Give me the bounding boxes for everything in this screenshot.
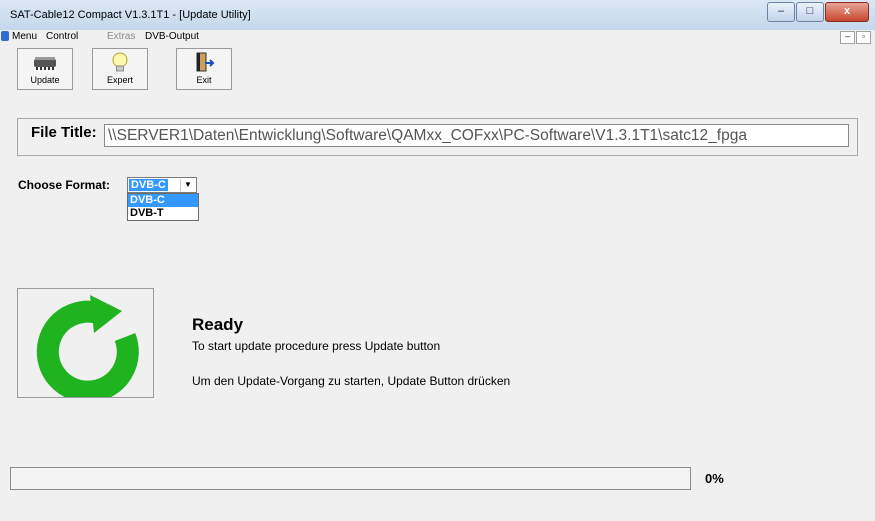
update-button-label: Update bbox=[30, 75, 60, 85]
menu-item-control[interactable]: Control bbox=[46, 31, 78, 42]
progress-percent: 0% bbox=[705, 471, 724, 486]
mdi-restore-button[interactable]: ▫ bbox=[856, 31, 871, 44]
file-title-field[interactable]: \\SERVER1\Daten\Entwicklung\Software\QAM… bbox=[104, 124, 849, 147]
format-option-dvb-c[interactable]: DVB-C bbox=[128, 194, 198, 207]
exit-button-label: Exit bbox=[196, 75, 212, 85]
window-controls: – □ x bbox=[766, 2, 869, 22]
format-dropdown-list: DVB-C DVB-T bbox=[127, 193, 199, 221]
status-title: Ready bbox=[192, 315, 244, 334]
window-title: SAT-Cable12 Compact V1.3.1T1 - [Update U… bbox=[10, 9, 251, 21]
title-bar: SAT-Cable12 Compact V1.3.1T1 - [Update U… bbox=[0, 0, 875, 31]
refresh-arrow-icon bbox=[36, 295, 139, 403]
update-button[interactable]: Update bbox=[17, 48, 73, 90]
toolbar: Update Expert Exit bbox=[0, 44, 875, 90]
exit-button[interactable]: Exit bbox=[176, 48, 232, 90]
mdi-minimize-button[interactable]: – bbox=[840, 31, 855, 44]
status-icon-frame bbox=[17, 288, 154, 403]
status-message-english: To start update procedure press Update b… bbox=[192, 339, 441, 353]
expert-button-label: Expert bbox=[106, 75, 133, 85]
door-exit-icon bbox=[196, 52, 215, 72]
close-button[interactable]: x bbox=[825, 2, 869, 22]
chevron-down-icon[interactable]: ▼ bbox=[180, 179, 195, 191]
lightbulb-icon bbox=[112, 52, 128, 72]
format-option-dvb-t[interactable]: DVB-T bbox=[128, 207, 198, 220]
menu-item-extras[interactable]: Extras bbox=[107, 31, 135, 42]
menu-item-menu[interactable]: Menu bbox=[12, 31, 37, 42]
format-select[interactable]: DVB-C ▼ bbox=[127, 177, 197, 193]
status-message-german: Um den Update-Vorgang zu starten, Update… bbox=[192, 374, 511, 388]
file-title-label: File Title: bbox=[31, 124, 97, 141]
progress-bar bbox=[10, 467, 691, 490]
chip-icon bbox=[34, 57, 56, 70]
choose-format-label: Choose Format: bbox=[18, 178, 111, 192]
expert-button[interactable]: Expert bbox=[92, 48, 148, 90]
format-select-value: DVB-C bbox=[129, 179, 168, 191]
menu-bar: Menu Control Extras DVB-Output – ▫ bbox=[0, 30, 875, 44]
menu-item-dvb-output[interactable]: DVB-Output bbox=[145, 31, 199, 42]
mdi-controls: – ▫ bbox=[839, 31, 871, 44]
app-icon[interactable] bbox=[1, 31, 9, 41]
minimize-button[interactable]: – bbox=[767, 2, 795, 22]
maximize-button[interactable]: □ bbox=[796, 2, 824, 22]
